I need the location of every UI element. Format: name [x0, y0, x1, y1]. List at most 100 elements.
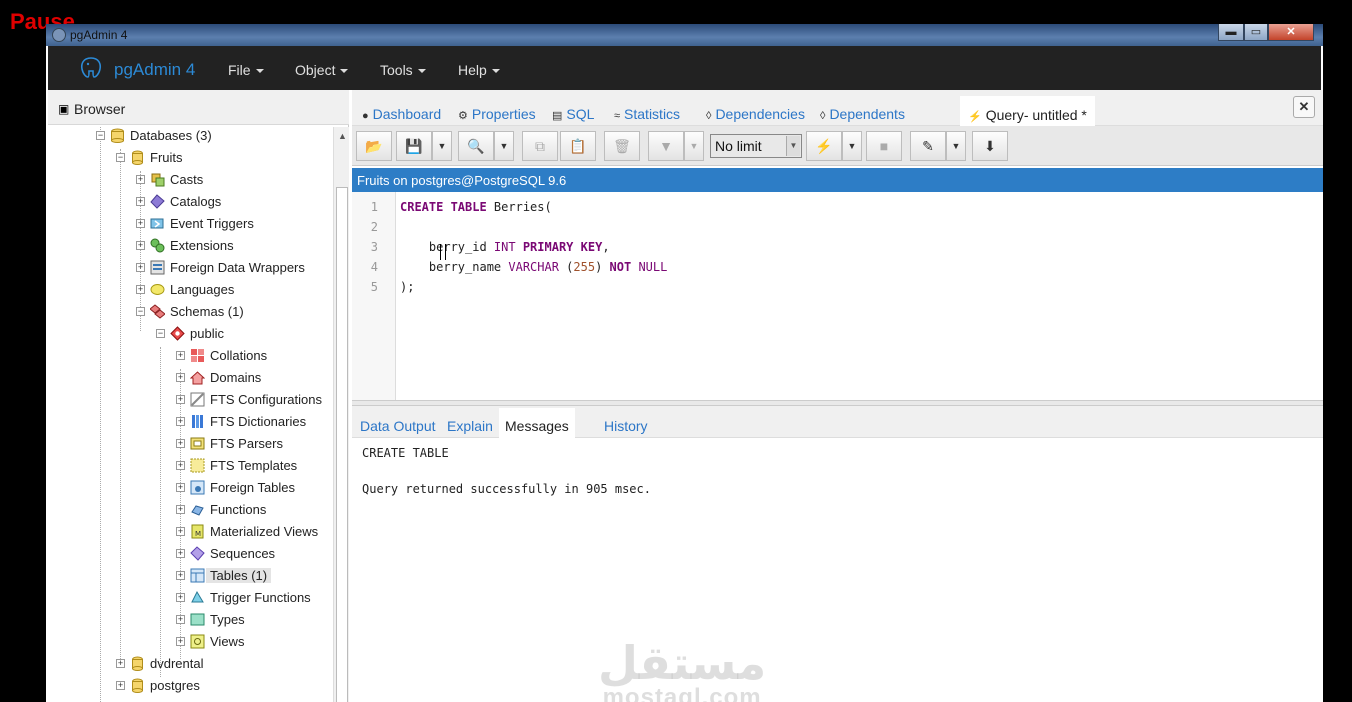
window-titlebar: pgAdmin 4 ▬ ▭ ✕ [46, 24, 1323, 46]
download-button[interactable]: ⬇ [972, 131, 1008, 161]
collations-icon [190, 348, 205, 363]
expand-icon[interactable]: + [176, 571, 185, 580]
line-number: 5 [370, 280, 378, 294]
tab-query-untitled[interactable]: ⚡ Query- untitled * [960, 96, 1095, 126]
code-line-1[interactable]: CREATE TABLE Berries( [400, 200, 552, 214]
tab-dependents[interactable]: ◊ Dependents [812, 100, 913, 126]
code-line-5[interactable]: ); [400, 280, 414, 294]
open-file-button[interactable]: 📂 [356, 131, 392, 161]
expand-icon[interactable]: + [176, 549, 185, 558]
edit-dropdown-button[interactable]: ▼ [946, 131, 966, 161]
connection-bar: Fruits on postgres@PostgreSQL 9.6 [352, 168, 1323, 192]
line-number-gutter: 1 2 3 4 5 [352, 192, 396, 400]
expand-icon[interactable]: + [136, 175, 145, 184]
tab-sql[interactable]: ▤ SQL [544, 100, 602, 126]
cancel-query-button[interactable]: ■ [866, 131, 902, 161]
tree-scrollbar[interactable]: ▲ [333, 127, 349, 702]
tab-data-output[interactable]: Data Output [354, 414, 442, 438]
menu-file[interactable]: File [228, 62, 264, 78]
expand-icon[interactable]: + [116, 659, 125, 668]
fts-dictionary-icon [190, 414, 205, 429]
dashboard-icon: ● [362, 110, 369, 122]
app-window-icon [52, 28, 66, 42]
maximize-button[interactable]: ▭ [1244, 24, 1268, 41]
expand-icon[interactable]: + [136, 263, 145, 272]
line-number: 3 [370, 240, 378, 254]
paste-button[interactable]: 📋 [560, 131, 596, 161]
row-limit-select[interactable]: No limit ▼ [710, 134, 802, 158]
save-file-button[interactable]: 💾 [396, 131, 432, 161]
tab-dashboard[interactable]: ● Dashboard [354, 100, 449, 126]
expand-icon[interactable]: + [136, 241, 145, 250]
sequence-icon [190, 546, 205, 561]
expand-icon[interactable]: + [136, 285, 145, 294]
menu-tools[interactable]: Tools [380, 62, 426, 78]
expand-icon[interactable]: + [176, 505, 185, 514]
expand-icon[interactable]: + [176, 483, 185, 492]
edit-button[interactable]: ✎ [910, 131, 946, 161]
foreign-table-icon [190, 480, 205, 495]
scrollbar-thumb[interactable] [336, 187, 348, 702]
tab-dependencies[interactable]: ◊ Dependencies [698, 100, 813, 126]
close-panel-button[interactable]: ✕ [1293, 96, 1315, 118]
casts-icon [150, 172, 165, 187]
expand-icon[interactable]: + [176, 637, 185, 646]
collapse-icon[interactable]: − [136, 307, 145, 316]
close-window-button[interactable]: ✕ [1268, 24, 1314, 41]
fts-template-icon [190, 458, 205, 473]
database-icon [130, 678, 145, 693]
tab-messages[interactable]: Messages [499, 408, 575, 438]
expand-icon[interactable]: + [176, 593, 185, 602]
filter-button[interactable]: ▼ [648, 131, 684, 161]
expand-icon[interactable]: + [176, 527, 185, 536]
menu-help[interactable]: Help [458, 62, 500, 78]
delete-button[interactable]: 🗑 [604, 131, 640, 161]
collapse-icon[interactable]: − [96, 131, 105, 140]
expand-icon[interactable]: + [116, 681, 125, 690]
query-toolbar: 📂 💾 ▼ 🔍 ▼ ⧉ 📋 🗑 ▼ ▼ No limit ▼ ⚡ ▼ ■ ✎ ▼ … [352, 126, 1323, 166]
browser-panel: ▣ Browser − Databases (3) − Fruits + Casts … [48, 90, 349, 702]
app-brand[interactable]: pgAdmin 4 [114, 60, 195, 80]
chevron-down-icon [340, 69, 349, 74]
execute-dropdown-button[interactable]: ▼ [842, 131, 862, 161]
tab-properties[interactable]: ⚙ Properties [450, 100, 544, 126]
tab-explain[interactable]: Explain [441, 414, 499, 438]
elephant-logo-icon [78, 56, 104, 80]
tab-history[interactable]: History [598, 414, 654, 438]
fts-configuration-icon [190, 392, 205, 407]
expand-icon[interactable]: + [176, 615, 185, 624]
code-line-4[interactable]: berry_name VARCHAR (255) NOT NULL [400, 260, 667, 274]
expand-icon[interactable]: + [176, 439, 185, 448]
save-dropdown-button[interactable]: ▼ [432, 131, 452, 161]
collapse-icon[interactable]: − [156, 329, 165, 338]
svg-text:M: M [195, 530, 201, 538]
schemas-icon [149, 304, 166, 319]
schema-icon [170, 326, 185, 341]
expand-icon[interactable]: + [136, 219, 145, 228]
execute-button[interactable]: ⚡ [806, 131, 842, 161]
find-button[interactable]: 🔍 [458, 131, 494, 161]
filter-dropdown-button[interactable]: ▼ [684, 131, 704, 161]
browser-title: Browser [74, 101, 126, 117]
query-tool-panel: ● Dashboard ⚙ Properties ▤ SQL ≈ Statistics … [352, 90, 1323, 702]
expand-icon[interactable]: + [176, 461, 185, 470]
find-dropdown-button[interactable]: ▼ [494, 131, 514, 161]
domains-icon [189, 370, 206, 385]
minimize-button[interactable]: ▬ [1218, 24, 1244, 41]
sql-editor[interactable]: 1 2 3 4 5 CREATE TABLE Berries( berry_id… [352, 192, 1323, 400]
expand-icon[interactable]: + [176, 373, 185, 382]
expand-icon[interactable]: + [176, 395, 185, 404]
tab-statistics[interactable]: ≈ Statistics [606, 100, 688, 126]
languages-icon [150, 282, 165, 297]
line-number: 2 [370, 220, 378, 234]
copy-button[interactable]: ⧉ [522, 131, 558, 161]
expand-icon[interactable]: + [176, 417, 185, 426]
expand-icon[interactable]: + [176, 351, 185, 360]
menu-object[interactable]: Object [295, 62, 349, 78]
result-tabs: Data Output Explain Messages History [352, 406, 1323, 438]
code-line-3[interactable]: berry_id INT PRIMARY KEY, [400, 240, 610, 254]
collapse-icon[interactable]: − [116, 153, 125, 162]
expand-icon[interactable]: + [136, 197, 145, 206]
scroll-up-icon[interactable]: ▲ [338, 131, 347, 141]
catalogs-icon [150, 194, 165, 209]
